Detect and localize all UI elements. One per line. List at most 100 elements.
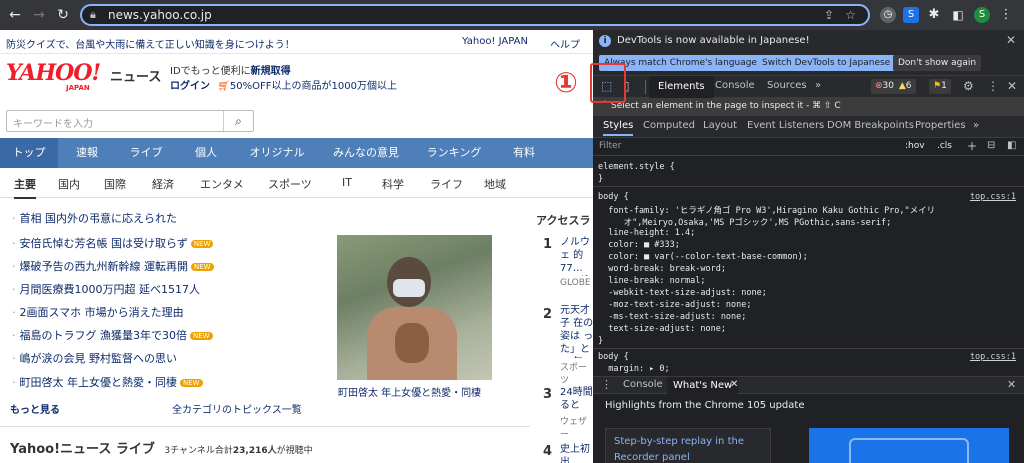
forward-icon[interactable]: → [30, 6, 48, 24]
devtools-menu-icon[interactable]: ⋮ [987, 79, 999, 93]
side-panel-icon[interactable]: ◧ [950, 7, 966, 23]
css-line-overridden[interactable]: -webkit-text-size-adjust: none; [598, 288, 767, 298]
extension-clock-icon[interactable]: ◷ [880, 7, 896, 23]
topic-item[interactable]: · 福島のトラフグ 漁獲量3年で30倍 NEW [12, 327, 213, 343]
topic-item[interactable]: · 2画面スマホ 市場から消えた理由 [12, 304, 184, 320]
search-input[interactable]: キーワードを入力 [13, 115, 93, 130]
rank-item-text[interactable]: 史上初 出 [560, 443, 593, 463]
cat-it[interactable]: IT [342, 176, 352, 189]
gnav-breaking[interactable]: 速報 [58, 138, 116, 168]
yahoo-japan-link[interactable]: Yahoo! JAPAN [462, 36, 528, 47]
tab-sources[interactable]: Sources [767, 80, 807, 91]
close-devtools-icon[interactable]: ✕ [1007, 79, 1017, 93]
topic-item[interactable]: · 首相 国内外の弔意に応えられた [12, 210, 177, 226]
gnav-opinions[interactable]: みんなの意見 [318, 138, 414, 168]
css-line-overridden[interactable]: -ms-text-size-adjust: none; [598, 312, 746, 322]
more-style-tabs-icon[interactable]: » [973, 120, 979, 131]
drawer-tab-whats-new[interactable]: What's New [667, 377, 739, 395]
css-line[interactable]: color: ■ var(--color-text-base-common); [598, 252, 808, 262]
topic-item[interactable]: · 月間医療費1000万円超 延べ1517人 [12, 281, 200, 297]
cls-toggle[interactable]: .cls [937, 141, 952, 151]
cat-international[interactable]: 国際 [104, 176, 126, 192]
rank-item-text[interactable]: 元天才子 在の姿は った」と 18年 [560, 304, 593, 358]
tab-layout[interactable]: Layout [703, 120, 737, 131]
address-bar[interactable]: 🔒︎ news.yahoo.co.jp ⇪ ☆ [80, 4, 870, 26]
gnav-live[interactable]: ライブ [116, 138, 176, 168]
more-tabs-icon[interactable]: » [815, 80, 821, 91]
dont-show-button[interactable]: Don't show again [893, 55, 982, 71]
new-rule-icon[interactable]: + [967, 139, 977, 153]
close-drawer-tab-icon[interactable]: ✕ [730, 379, 738, 390]
css-line-overridden[interactable]: -moz-text-size-adjust: none; [598, 300, 751, 310]
switch-japanese-button[interactable]: Switch DevTools to Japanese [757, 55, 896, 71]
extensions-puzzle-icon[interactable]: ✱ [926, 7, 942, 23]
cat-entertainment[interactable]: エンタメ [200, 176, 244, 192]
cat-region[interactable]: 地域 [484, 176, 506, 192]
login-link[interactable]: ログイン [170, 81, 210, 92]
css-line[interactable]: margin: ▸ 0; [598, 364, 669, 374]
photo-caption[interactable]: 町田啓太 年上女優と熱愛・同棲 [338, 384, 481, 399]
gnav-top[interactable]: トップ [0, 138, 58, 168]
help-link[interactable]: ヘルプ [550, 36, 580, 51]
extension-s-icon[interactable]: S [903, 7, 919, 23]
css-line[interactable]: line-height: 1.4; [598, 228, 695, 238]
cat-life[interactable]: ライフ [430, 176, 463, 192]
tab-styles[interactable]: Styles [603, 120, 634, 136]
back-icon[interactable]: ← [6, 6, 24, 24]
share-icon[interactable]: ⇪ [824, 8, 834, 22]
tab-dom-breakpoints[interactable]: DOM Breakpoints [827, 120, 914, 131]
cat-science[interactable]: 科学 [382, 176, 404, 192]
issues-counter[interactable]: ⊗30 ▲6 [871, 79, 916, 94]
rank-item-text[interactable]: ノルウェ 的 77… ム…検 [560, 236, 593, 276]
live-title[interactable]: Yahoo!ニュース ライブ [10, 442, 155, 457]
more-link[interactable]: もっと見る [10, 401, 60, 416]
gnav-original[interactable]: オリジナル [236, 138, 318, 168]
cat-sports[interactable]: スポーツ [268, 176, 312, 192]
gnav-individual[interactable]: 個人 [176, 138, 236, 168]
whats-new-card-link[interactable]: Step-by-step replay in the Recorder pane… [614, 434, 764, 463]
css-line[interactable]: word-break: break-word; [598, 264, 726, 274]
gnav-ranking[interactable]: ランキング [414, 138, 494, 168]
css-line[interactable]: text-size-adjust: none; [598, 324, 726, 334]
yahoo-news-logo[interactable]: YAHOO! JAPAN [6, 60, 104, 94]
disaster-quiz-link[interactable]: 防災クイズで、台風や大雨に備えて正しい知識を身につけよう！ [6, 36, 295, 51]
css-source-link[interactable]: top.css:1 [970, 352, 1016, 362]
whats-new-card[interactable]: Step-by-step replay in the Recorder pane… [605, 428, 771, 463]
css-line[interactable]: オ",Meiryo,Osaka,'MS Pゴシック',MS PGothic,sa… [598, 216, 892, 228]
topic-item[interactable]: · 町田啓太 年上女優と熱愛・同棲 NEW [12, 374, 203, 390]
tab-computed[interactable]: Computed [643, 120, 695, 131]
tab-elements[interactable]: Elements [649, 76, 714, 98]
bookmark-star-icon[interactable]: ☆ [845, 8, 856, 22]
drawer-menu-icon[interactable]: ⋮ [601, 378, 612, 391]
sale-link[interactable]: 50%OFF以上の商品が1000万個以上 [230, 81, 397, 92]
drawer-tab-console[interactable]: Console [623, 379, 663, 390]
cat-domestic[interactable]: 国内 [58, 176, 80, 192]
tab-properties[interactable]: Properties [915, 120, 966, 131]
reload-icon[interactable]: ↻ [54, 6, 72, 24]
css-line[interactable]: font-family: 'ヒラギノ角ゴ Pro W3',Hiragino Ka… [598, 204, 935, 216]
topic-photo[interactable] [337, 235, 492, 380]
css-source-link[interactable]: top.css:1 [970, 192, 1016, 202]
css-line[interactable]: line-break: normal; [598, 276, 705, 286]
topic-item[interactable]: · 嶋が涙の会見 野村監督への思い [12, 350, 177, 366]
tab-event-listeners[interactable]: Event Listeners [747, 120, 824, 131]
menu-kebab-icon[interactable]: ⋮ [998, 7, 1014, 23]
register-link[interactable]: 新規取得 [251, 66, 291, 77]
all-topics-link[interactable]: 全カテゴリのトピックス一覧 [172, 401, 302, 416]
tab-console[interactable]: Console [715, 80, 755, 91]
filter-input[interactable]: Filter [599, 141, 621, 151]
profile-avatar[interactable]: S [974, 7, 990, 23]
gnav-paid[interactable]: 有料 [494, 138, 554, 168]
cat-economy[interactable]: 経済 [152, 176, 174, 192]
search-icon[interactable]: ⌕ [223, 111, 253, 131]
hov-toggle[interactable]: :hov [905, 141, 925, 151]
cat-main[interactable]: 主要 [14, 176, 36, 199]
css-line-overridden[interactable]: color: ■ #333; [598, 240, 680, 250]
issue-badge[interactable]: ⚑1 [929, 79, 951, 94]
settings-gear-icon[interactable]: ⚙ [963, 79, 974, 93]
topic-item[interactable]: · 安倍氏悼む芳名帳 国は受け取らず NEW [12, 235, 214, 251]
topic-item[interactable]: · 爆破予告の西九州新幹線 運転再開 NEW [12, 258, 214, 274]
rank-item-text[interactable]: 24時間 ると「台 [560, 386, 593, 412]
close-drawer-icon[interactable]: ✕ [1007, 378, 1016, 391]
search-box[interactable]: キーワードを入力 ⌕ [6, 110, 254, 132]
